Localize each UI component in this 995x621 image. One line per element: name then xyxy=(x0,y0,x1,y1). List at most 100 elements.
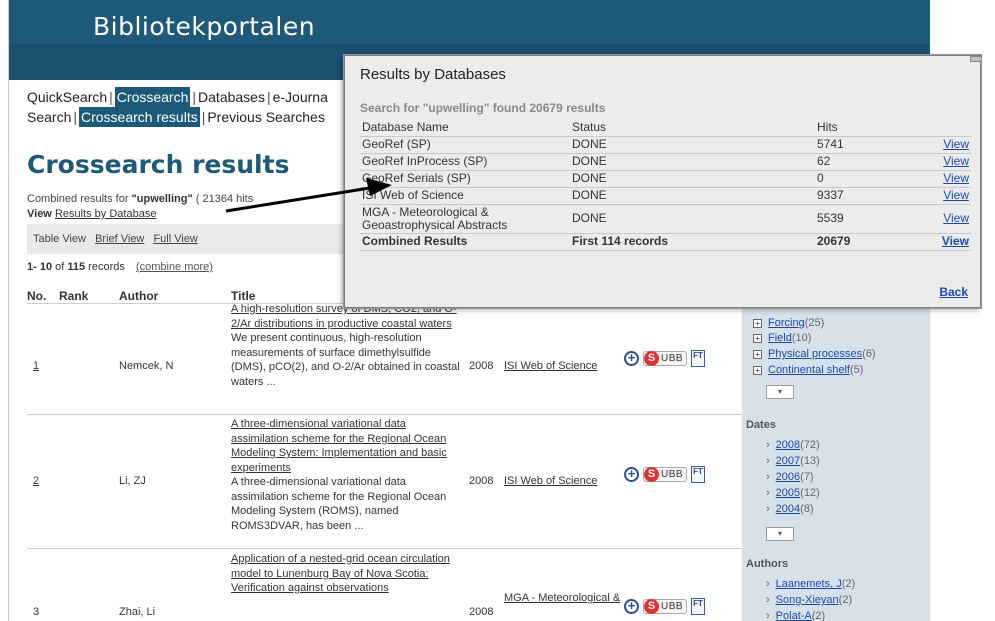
view-link[interactable]: View xyxy=(943,211,969,225)
brief-view-link[interactable]: Brief View xyxy=(95,233,144,245)
row-divider xyxy=(27,414,745,415)
facet-author[interactable]: › Laanemets, J(2) xyxy=(766,577,855,592)
result-item: A high-resolution survey of DMS, CO2, an… xyxy=(231,302,463,389)
result-source-link[interactable]: ISI Web of Science xyxy=(504,474,597,489)
result-number[interactable]: 1 xyxy=(33,359,39,374)
col-database-name: Database Name xyxy=(362,119,449,134)
nav-quicksearch[interactable]: QuickSearch xyxy=(27,87,107,107)
more-dates-button[interactable]: ▾ xyxy=(766,527,794,541)
db-name: MGA - Meteorological & Geoastrophysical … xyxy=(360,203,570,233)
expand-icon: + xyxy=(753,365,762,375)
fulltext-icon[interactable]: FT xyxy=(691,350,706,367)
page-title: Crossearch results xyxy=(27,150,290,179)
col-no: No. xyxy=(27,289,47,303)
nav-search[interactable]: Search xyxy=(27,107,71,127)
db-status: First 114 records xyxy=(570,232,815,251)
facet-topic[interactable]: + Physical processes(6) xyxy=(753,347,876,362)
result-title-link[interactable]: Application of a nested-grid ocean circu… xyxy=(231,552,463,596)
add-record-icon[interactable]: + xyxy=(624,351,639,366)
facet-author[interactable]: › Polat-A(2) xyxy=(766,609,825,621)
nav-previous-searches[interactable]: Previous Searches xyxy=(207,107,325,127)
result-actions: + S UBB FT xyxy=(624,350,706,367)
combine-more-link[interactable]: (combine more) xyxy=(136,261,213,273)
view-link[interactable]: View xyxy=(943,137,969,151)
nav-crossearch[interactable]: Crossearch xyxy=(114,87,191,107)
result-item: Application of a nested-grid ocean circu… xyxy=(231,552,463,596)
ubb-link-button[interactable]: S UBB xyxy=(643,467,688,482)
popup-title: Results by Databases xyxy=(360,66,506,83)
result-actions: + S UBB FT xyxy=(624,598,706,615)
row-divider xyxy=(27,548,745,549)
table-row: GeoRef InProcess (SP) DONE 62 View xyxy=(360,152,971,170)
view-link[interactable]: View xyxy=(943,171,969,185)
result-actions: + S UBB FT xyxy=(624,466,706,483)
ubb-link-button[interactable]: S UBB xyxy=(643,351,688,366)
db-hits: 5741 xyxy=(815,135,935,153)
facet-date[interactable]: › 2004(8) xyxy=(766,502,814,517)
nav-crossearch-results[interactable]: Crossearch results xyxy=(79,107,200,127)
more-topics-button[interactable]: ▾ xyxy=(766,385,794,399)
db-name: ISI Web of Science xyxy=(360,186,570,204)
col-title: Title xyxy=(231,289,256,303)
facet-date[interactable]: › 2008(72) xyxy=(766,438,820,453)
result-title-link[interactable]: A three-dimensional variational data ass… xyxy=(231,417,463,475)
ubb-link-button[interactable]: S UBB xyxy=(643,599,688,614)
view-link[interactable]: View xyxy=(943,154,969,168)
portal-title: Bibliotekportalen xyxy=(93,12,316,41)
results-by-database-link[interactable]: Results by Database xyxy=(55,208,157,220)
expand-icon: + xyxy=(753,333,762,343)
table-view-link[interactable]: Table View xyxy=(33,233,86,245)
back-link[interactable]: Back xyxy=(939,285,968,299)
popup-scrollbar[interactable] xyxy=(970,56,982,62)
popup-found-text: Search for "upwelling" found 20679 resul… xyxy=(360,101,606,115)
facet-date[interactable]: › 2006(7) xyxy=(766,470,814,485)
expand-icon: + xyxy=(753,349,762,359)
db-status: DONE xyxy=(570,135,815,153)
db-hits: 5539 xyxy=(815,203,935,233)
full-view-link[interactable]: Full View xyxy=(153,233,197,245)
table-header-row: Database Name Status Hits xyxy=(360,119,971,136)
facet-date[interactable]: › 2007(13) xyxy=(766,454,820,469)
result-number[interactable]: 2 xyxy=(33,474,39,489)
result-year: 2008 xyxy=(469,475,494,487)
facet-topic[interactable]: + Field(10) xyxy=(753,331,811,346)
table-row: GeoRef Serials (SP) DONE 0 View xyxy=(360,169,971,187)
db-hits: 62 xyxy=(815,152,935,170)
add-record-icon[interactable]: + xyxy=(624,467,639,482)
result-source-link[interactable]: ISI Web of Science xyxy=(504,359,597,374)
view-link[interactable]: View xyxy=(943,188,969,202)
add-record-icon[interactable]: + xyxy=(624,599,639,614)
authors-heading: Authors xyxy=(746,558,789,570)
table-row: MGA - Meteorological & Geoastrophysical … xyxy=(360,203,971,233)
nav-databases[interactable]: Databases xyxy=(198,87,265,107)
facet-topic[interactable]: + Continental shelf(5) xyxy=(753,363,863,378)
db-hits: 0 xyxy=(815,169,935,187)
query-text: "upwelling" xyxy=(131,193,193,205)
result-author: Zhai, Li xyxy=(119,606,156,618)
sfx-icon: S xyxy=(644,599,659,614)
nav-ejournals[interactable]: e-Journa xyxy=(273,87,328,107)
result-number: 3 xyxy=(33,606,40,618)
sfx-icon: S xyxy=(644,351,659,366)
combined-results-info: Combined results for "upwelling" ( 21364… xyxy=(27,193,254,220)
table-row: GeoRef (SP) DONE 5741 View xyxy=(360,135,971,153)
db-name: GeoRef InProcess (SP) xyxy=(360,152,570,170)
facet-date[interactable]: › 2005(12) xyxy=(766,486,820,501)
fulltext-icon[interactable]: FT xyxy=(691,598,706,615)
result-item: A three-dimensional variational data ass… xyxy=(231,417,463,533)
fulltext-icon[interactable]: FT xyxy=(691,466,706,483)
result-source-link[interactable]: MGA - Meteorological & xyxy=(504,591,620,606)
col-hits: Hits xyxy=(817,119,838,134)
result-year: 2008 xyxy=(469,606,494,618)
facet-topic[interactable]: + Forcing(25) xyxy=(753,316,824,331)
result-author: Nemcek, N xyxy=(119,360,174,372)
main-nav: QuickSearch | Crossearch | Databases | e-Journ… xyxy=(27,87,328,127)
facet-author[interactable]: › Song-Xieyan(2) xyxy=(766,593,852,608)
db-name: Combined Results xyxy=(360,232,570,251)
db-status: DONE xyxy=(570,203,815,233)
db-status: DONE xyxy=(570,152,815,170)
combined-results-row: Combined Results First 114 records 20679… xyxy=(360,232,971,251)
col-rank: Rank xyxy=(59,289,89,303)
col-author: Author xyxy=(119,289,159,303)
view-link[interactable]: View xyxy=(942,234,969,248)
